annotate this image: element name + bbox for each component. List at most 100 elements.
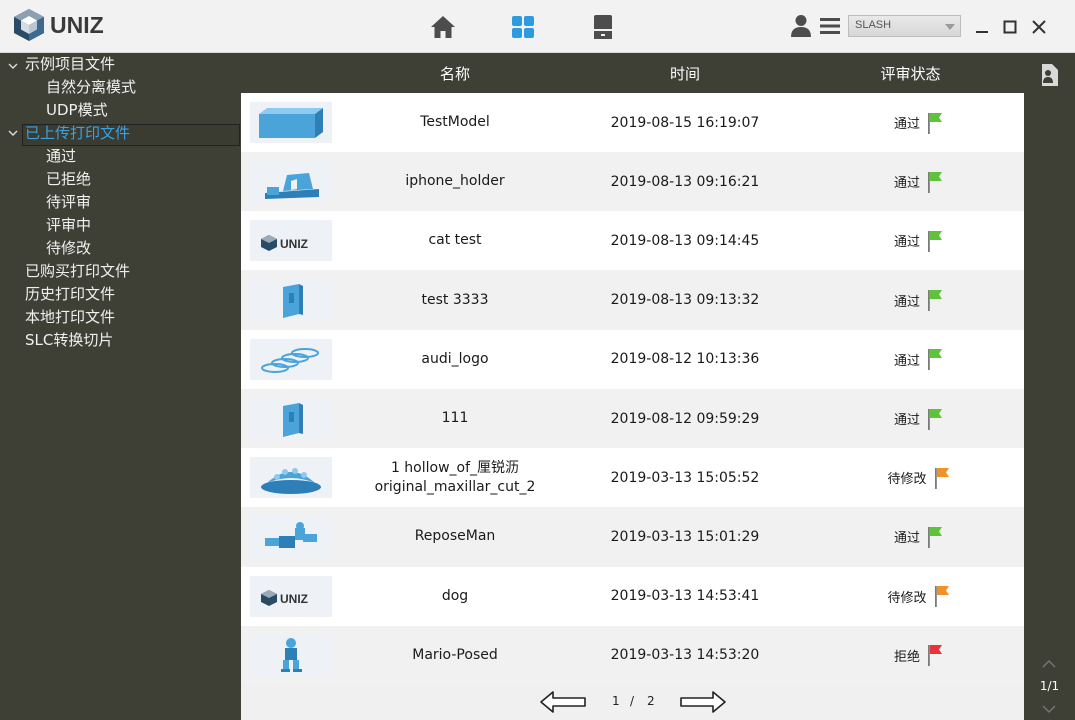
table-row[interactable]: 1 hollow_of_厘锐沥 original_maxillar_cut_2 20… [241, 448, 1024, 508]
sidebar-item-udp-mode[interactable]: UDP模式 [46, 99, 108, 122]
file-name: cat test [355, 211, 555, 270]
total-pages: 2 [647, 694, 655, 708]
file-name-line: Mario-Posed [412, 646, 498, 663]
svg-text:UNIZ: UNIZ [280, 592, 308, 606]
right-rail: 1/1 [1024, 53, 1075, 720]
model-thumbnail [250, 279, 332, 321]
status-flag-icon [927, 408, 943, 430]
uniz-logo-icon [14, 9, 44, 41]
file-name: ReposeMan [355, 507, 555, 566]
maximize-button[interactable] [1001, 18, 1019, 36]
status-flag-icon [927, 230, 943, 252]
file-name-line: test 3333 [421, 291, 489, 308]
sidebar-item-pending-review[interactable]: 待评审 [46, 191, 91, 214]
file-time: 2019-03-13 14:53:41 [610, 588, 760, 605]
file-name: Mario-Posed [355, 626, 555, 685]
review-status-label: 待修改 [887, 472, 927, 488]
next-page-arrow-icon[interactable] [679, 690, 727, 714]
column-header-name[interactable]: 名称 [355, 63, 555, 84]
file-time: 2019-08-13 09:14:45 [610, 232, 760, 249]
column-header-status[interactable]: 评审状态 [863, 63, 958, 84]
model-thumbnail [250, 634, 332, 676]
file-time: 2019-08-12 10:13:36 [610, 351, 760, 368]
file-name: dog [355, 567, 555, 626]
model-thumbnail: UNIZ [250, 220, 332, 262]
status-flag-icon [927, 112, 943, 134]
file-time: 2019-03-13 14:53:20 [610, 647, 760, 664]
sidebar-item-local-files[interactable]: 本地打印文件 [25, 306, 115, 329]
prev-page-arrow-icon[interactable] [539, 690, 587, 714]
svg-text:UNIZ: UNIZ [280, 237, 308, 251]
minimize-button[interactable] [973, 18, 991, 36]
file-name-line: original_maxillar_cut_2 [374, 478, 536, 495]
sidebar-item-natural-separation[interactable]: 自然分离模式 [46, 76, 136, 99]
sidebar-item-uploaded-files[interactable]: 已上传打印文件 [25, 122, 130, 145]
review-status: 通过 [871, 93, 966, 152]
status-flag-icon [927, 171, 943, 193]
sidebar-item-rejected[interactable]: 已拒绝 [46, 168, 91, 191]
file-name-line: TestModel [420, 114, 490, 130]
review-status: 待修改 [871, 567, 966, 626]
model-thumbnail [250, 398, 332, 439]
table-row[interactable]: TestModel 2019-08-15 16:19:07 通过 [241, 93, 1024, 152]
review-status-label: 通过 [893, 531, 920, 547]
sidebar-item-in-review[interactable]: 评审中 [46, 214, 91, 237]
review-status: 待修改 [871, 448, 966, 507]
table-row[interactable]: UNIZ dog 2019-03-13 14:53:41 待修改 [241, 566, 1024, 626]
review-status-label: 通过 [893, 294, 920, 310]
review-status: 通过 [871, 330, 966, 389]
printer-select[interactable]: SLASH [848, 15, 961, 37]
grid-icon[interactable] [509, 13, 537, 41]
rail-page-indicator: 1/1 [1039, 679, 1060, 693]
sidebar-item-slc-convert[interactable]: SLC转换切片 [25, 329, 113, 352]
table-row[interactable]: Mario-Posed 2019-03-13 14:53:20 拒绝 [241, 625, 1024, 685]
file-time: 2019-03-13 15:01:29 [610, 528, 760, 545]
title-bar: UNIZ SLASH [0, 0, 1075, 53]
file-name-line: dog [441, 587, 469, 604]
sidebar-item-purchased-files[interactable]: 已购买打印文件 [25, 260, 130, 283]
user-icon[interactable] [790, 14, 812, 38]
status-flag-icon [927, 289, 943, 312]
sidebar-item-to-modify[interactable]: 待修改 [46, 237, 91, 260]
model-thumbnail [250, 161, 332, 203]
file-name-line: iphone_holder [405, 173, 505, 190]
table-row[interactable]: UNIZ cat test 2019-08-13 09:14:45 通过 [241, 211, 1024, 271]
table-row[interactable]: 111 2019-08-12 09:59:29 通过 [241, 389, 1024, 448]
file-name: iphone_holder [355, 152, 555, 211]
file-name-line: audi_logo [421, 350, 489, 367]
logo-text: UNIZ [50, 11, 104, 38]
chevron-down-icon[interactable] [8, 128, 18, 138]
close-button[interactable] [1030, 18, 1048, 36]
review-status-label: 通过 [893, 235, 920, 251]
review-status-label: 拒绝 [893, 649, 920, 665]
file-name: test 3333 [355, 271, 555, 330]
table-row[interactable]: ReposeMan 2019-03-13 15:01:29 通过 [241, 507, 1024, 567]
printer-icon[interactable] [589, 13, 617, 41]
status-flag-icon [927, 348, 943, 371]
current-page: 1 [612, 694, 620, 708]
review-status-label: 待修改 [887, 590, 927, 606]
page-separator: / [630, 694, 635, 708]
menu-icon[interactable] [820, 16, 840, 36]
model-thumbnail [250, 102, 332, 143]
sidebar-item-sample-projects[interactable]: 示例项目文件 [25, 53, 115, 76]
table-row[interactable]: test 3333 2019-08-13 09:13:32 通过 [241, 270, 1024, 330]
table-row[interactable]: audi_logo 2019-08-12 10:13:36 通过 [241, 329, 1024, 389]
upload-file-icon[interactable] [1040, 64, 1058, 86]
column-header-time[interactable]: 时间 [601, 63, 769, 84]
sidebar-item-history-files[interactable]: 历史打印文件 [25, 283, 115, 306]
status-flag-icon [934, 585, 950, 608]
scroll-down-icon[interactable] [1042, 704, 1056, 714]
uniz-logo: UNIZ [12, 8, 104, 42]
scroll-up-icon[interactable] [1042, 659, 1056, 669]
home-icon[interactable] [429, 13, 457, 41]
table-header: 名称 时间 评审状态 [241, 53, 1024, 93]
chevron-down-icon[interactable] [8, 61, 18, 71]
review-status: 通过 [871, 211, 966, 270]
review-status-label: 通过 [893, 176, 920, 192]
file-time: 2019-08-15 16:19:07 [610, 114, 760, 131]
sidebar-item-approved[interactable]: 通过 [46, 145, 76, 168]
chevron-down-icon [945, 24, 955, 30]
table-row[interactable]: iphone_holder 2019-08-13 09:16:21 通过 [241, 152, 1024, 212]
review-status: 通过 [871, 152, 966, 211]
